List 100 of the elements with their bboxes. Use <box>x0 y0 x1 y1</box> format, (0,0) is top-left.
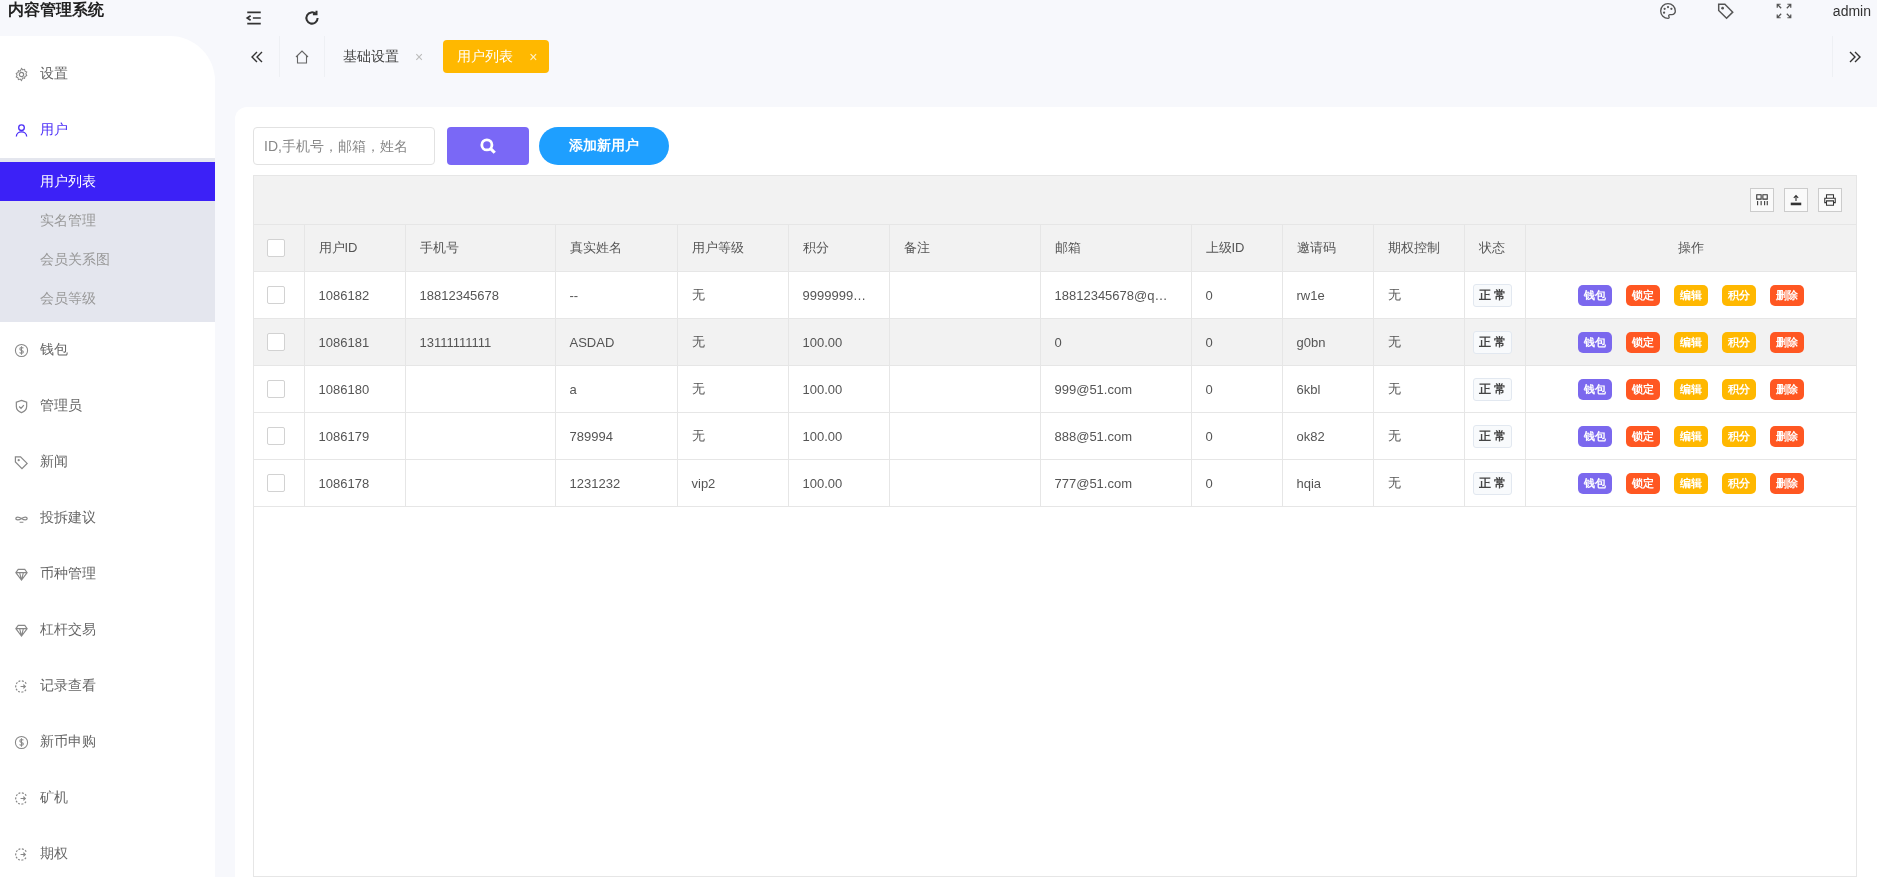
tab-label: 用户列表 <box>457 47 514 66</box>
action-button[interactable]: 积分 <box>1721 284 1756 306</box>
sidebar-item[interactable]: 新币申购 <box>0 714 215 770</box>
tag-icon <box>14 454 29 470</box>
sidebar-item[interactable]: 期权 <box>0 826 215 877</box>
action-button[interactable]: 编辑 <box>1673 331 1708 353</box>
table-cell: 无 <box>1373 365 1464 413</box>
row-checkbox[interactable] <box>267 427 285 445</box>
action-button[interactable]: 积分 <box>1721 425 1756 447</box>
columns-button[interactable] <box>1750 188 1774 212</box>
table-cell: 0 <box>1191 271 1282 319</box>
add-user-button[interactable]: 添加新用户 <box>539 127 669 165</box>
action-button[interactable]: 积分 <box>1721 472 1756 494</box>
sidebar-item[interactable]: 币种管理 <box>0 546 215 602</box>
sidebar-item[interactable]: 投拆建议 <box>0 490 215 546</box>
table-row[interactable]: 1086179 789994 无 100.00 888@51.com 0 ok82 无 正 常 钱包 锁定 编辑 积分 删除 <box>254 412 1856 460</box>
sidebar-item[interactable]: 管理员 <box>0 378 215 434</box>
page-tab[interactable]: 用户列表 × <box>443 40 550 73</box>
close-icon[interactable]: × <box>415 48 424 65</box>
action-button[interactable]: 钱包 <box>1577 331 1612 353</box>
row-checkbox[interactable] <box>267 286 285 304</box>
action-button[interactable]: 钱包 <box>1577 472 1612 494</box>
menu-icon[interactable] <box>245 9 263 27</box>
action-button[interactable]: 锁定 <box>1625 472 1660 494</box>
row-checkbox[interactable] <box>267 333 285 351</box>
submenu-item[interactable]: 用户列表 <box>0 162 215 201</box>
action-button[interactable]: 积分 <box>1721 331 1756 353</box>
sidebar-item[interactable]: 用户 <box>0 102 215 158</box>
submenu-item[interactable]: 会员等级 <box>0 279 215 318</box>
action-button[interactable]: 删除 <box>1769 331 1804 353</box>
sidebar-item[interactable]: 钱包 <box>0 322 215 378</box>
table-cell: 100.00 <box>788 412 889 460</box>
table-cell: 777@51.com <box>1040 459 1191 507</box>
sidebar-item[interactable]: 杠杆交易 <box>0 602 215 658</box>
action-button[interactable]: 钱包 <box>1577 284 1612 306</box>
column-header: 上级ID <box>1191 225 1282 272</box>
column-header: 邀请码 <box>1282 225 1373 272</box>
print-button[interactable] <box>1818 188 1842 212</box>
action-button[interactable]: 删除 <box>1769 284 1804 306</box>
search-field[interactable]: ID,手机号，邮箱，姓名 <box>253 127 435 165</box>
action-button[interactable]: 钱包 <box>1577 425 1612 447</box>
row-checkbox[interactable] <box>267 474 285 492</box>
table-row[interactable]: 1086182 18812345678 -- 无 9999999… 18812345678@q… 0 rw1e 无 正 常 钱包 锁定 编辑 积分 删除 <box>254 271 1856 319</box>
username[interactable]: admin <box>1832 3 1871 19</box>
action-button[interactable]: 编辑 <box>1673 425 1708 447</box>
table-row[interactable]: 1086180 a 无 100.00 999@51.com 0 6kbl 无 正 常 钱包 锁定 编辑 积分 删除 <box>254 365 1856 413</box>
sidebar-item[interactable]: 记录查看 <box>0 658 215 714</box>
column-header: 操作 <box>1525 225 1856 272</box>
action-button[interactable]: 钱包 <box>1577 378 1612 400</box>
action-button[interactable]: 删除 <box>1769 472 1804 494</box>
action-button[interactable]: 编辑 <box>1673 284 1708 306</box>
action-button[interactable]: 锁定 <box>1625 284 1660 306</box>
action-button[interactable]: 积分 <box>1721 378 1756 400</box>
action-button[interactable]: 锁定 <box>1625 378 1660 400</box>
home-icon <box>294 48 310 65</box>
columns-icon <box>1755 193 1769 207</box>
dashed-circle-arrow-icon <box>14 846 29 862</box>
table-cell: 无 <box>677 318 788 366</box>
submenu-item[interactable]: 会员关系图 <box>0 240 215 279</box>
dashed-circle-arrow-icon <box>14 678 29 694</box>
table-cell: 18812345678 <box>405 271 555 319</box>
column-header: 邮箱 <box>1040 225 1191 272</box>
table-cell: 888@51.com <box>1040 412 1191 460</box>
sidebar-item[interactable]: 矿机 <box>0 770 215 826</box>
sidebar-item[interactable]: 新闻 <box>0 434 215 490</box>
table-cell: 13111111111 <box>405 318 555 366</box>
palette-icon[interactable] <box>1658 2 1677 20</box>
action-button[interactable]: 删除 <box>1769 378 1804 400</box>
table-cell: 无 <box>677 271 788 319</box>
page-tab[interactable]: 基础设置 × <box>329 40 436 73</box>
search-icon <box>479 137 497 155</box>
sidebar-item[interactable]: 设置 <box>0 46 215 102</box>
diamond-icon <box>14 566 29 582</box>
select-all-checkbox[interactable] <box>267 239 285 257</box>
table-row[interactable]: 1086181 13111111111 ASDAD 无 100.00 0 0 g0bn 无 正 常 钱包 锁定 编辑 积分 删除 <box>254 318 1856 366</box>
action-button[interactable]: 编辑 <box>1673 378 1708 400</box>
table-cell: 0 <box>1040 318 1191 366</box>
action-button[interactable]: 编辑 <box>1673 472 1708 494</box>
search-button[interactable] <box>447 127 529 165</box>
table-cell: 1086179 <box>304 412 405 460</box>
table-cell: 1086178 <box>304 459 405 507</box>
submenu-item[interactable]: 实名管理 <box>0 201 215 240</box>
table-cell: hqia <box>1282 459 1373 507</box>
tag-icon[interactable] <box>1716 2 1735 20</box>
action-button[interactable]: 删除 <box>1769 425 1804 447</box>
table-cell: 789994 <box>555 412 677 460</box>
action-button[interactable]: 锁定 <box>1625 331 1660 353</box>
refresh-icon[interactable] <box>303 9 321 27</box>
table-row[interactable]: 1086178 1231232 vip2 100.00 777@51.com 0 hqia 无 正 常 钱包 锁定 编辑 积分 删除 <box>254 459 1856 507</box>
column-header: 真实姓名 <box>555 225 677 272</box>
print-icon <box>1823 193 1837 207</box>
table-cell: 0 <box>1191 459 1282 507</box>
export-button[interactable] <box>1784 188 1808 212</box>
fullscreen-icon[interactable] <box>1774 2 1793 20</box>
row-checkbox[interactable] <box>267 380 285 398</box>
table-cell: 无 <box>1373 318 1464 366</box>
action-button[interactable]: 锁定 <box>1625 425 1660 447</box>
table-cell: 9999999… <box>788 271 889 319</box>
status-tag: 正 常 <box>1472 283 1512 307</box>
table-cell: a <box>555 365 677 413</box>
